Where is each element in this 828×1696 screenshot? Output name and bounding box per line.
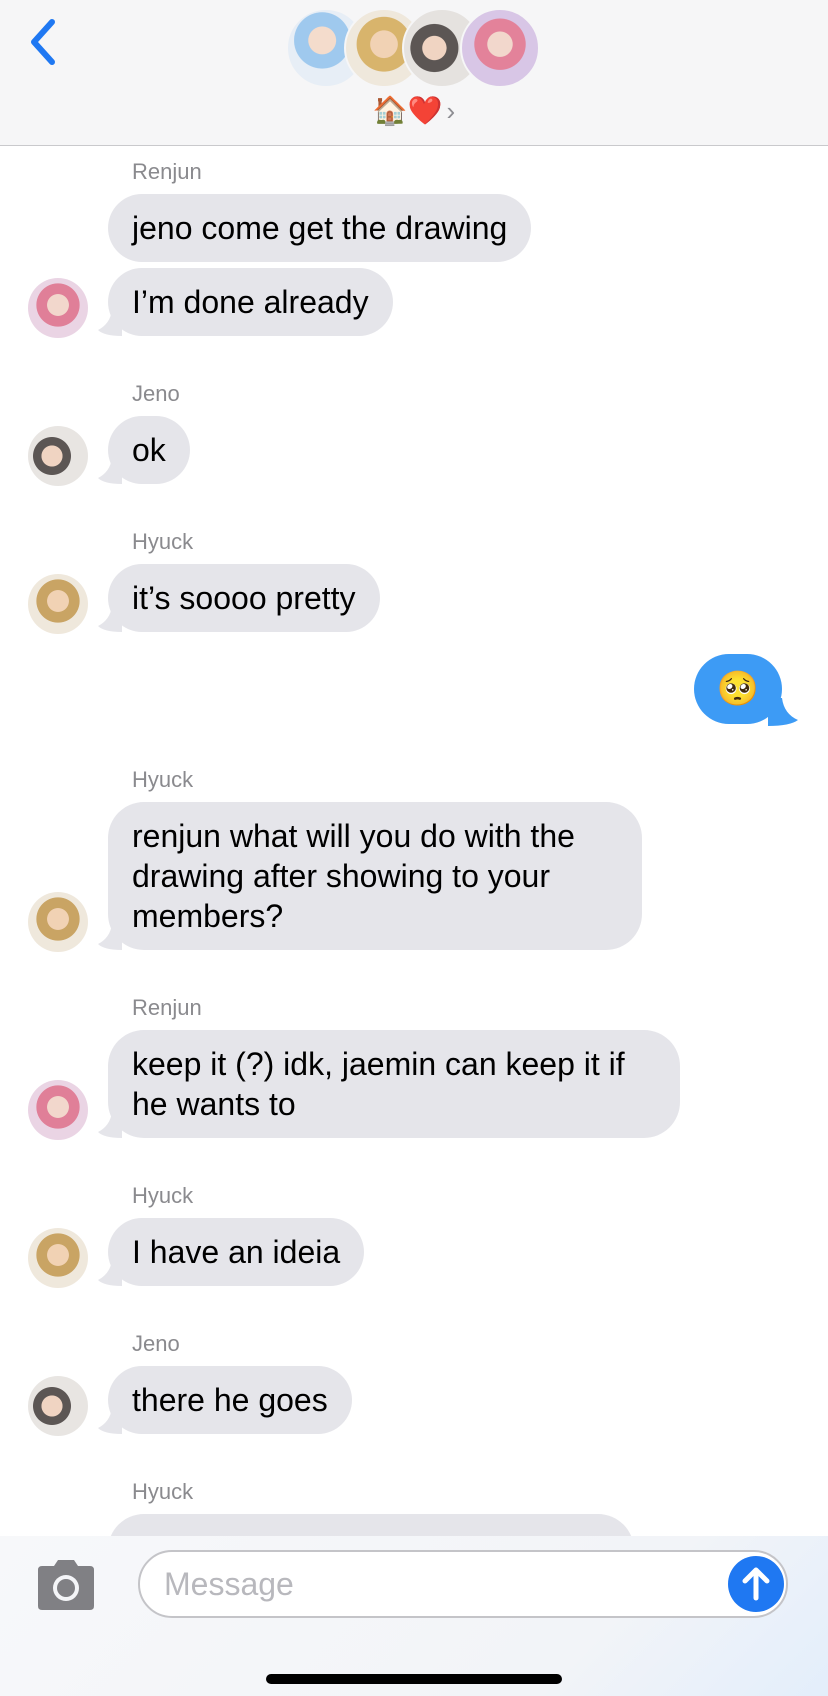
- message-bubble[interactable]: there he goes: [108, 1366, 352, 1434]
- message-input[interactable]: [138, 1550, 788, 1618]
- message-bubble[interactable]: I have an ideia: [108, 1218, 365, 1286]
- sender-name: Renjun: [132, 159, 202, 184]
- group-avatars[interactable]: [286, 8, 546, 90]
- conversation-header: 🏠❤️ ›: [0, 0, 828, 146]
- avatar-hyuck[interactable]: [28, 574, 88, 634]
- sender-name: Renjun: [132, 995, 202, 1020]
- camera-icon: [38, 1560, 94, 1610]
- message-bubble[interactable]: keep it (?) idk, jaemin can keep it if h…: [108, 1030, 680, 1138]
- send-arrow-icon: [742, 1567, 770, 1601]
- bubble-tail: [98, 1112, 122, 1138]
- bubble-tail: [98, 1408, 122, 1434]
- group-avatar-4: [460, 8, 540, 88]
- avatar-hyuck[interactable]: [28, 1228, 88, 1288]
- avatar-hyuck[interactable]: [28, 892, 88, 952]
- sender-name: Jeno: [132, 381, 180, 406]
- bubble-tail: [98, 606, 122, 632]
- bubble-tail: [98, 1260, 122, 1286]
- sender-name: Hyuck: [132, 1183, 194, 1208]
- chevron-right-icon: ›: [446, 96, 456, 126]
- avatar-jeno[interactable]: [28, 1376, 88, 1436]
- sender-name: Hyuck: [132, 767, 194, 792]
- sender-name: Jeno: [132, 1331, 180, 1356]
- camera-button[interactable]: [34, 1560, 98, 1610]
- back-chevron-icon: [31, 19, 55, 65]
- home-indicator[interactable]: [266, 1674, 562, 1684]
- group-name[interactable]: 🏠❤️ ›: [0, 94, 828, 128]
- bubble-tail: [768, 698, 798, 726]
- avatar-renjun[interactable]: [28, 1080, 88, 1140]
- send-button[interactable]: [728, 1556, 784, 1612]
- message-thread[interactable]: Renjun jeno come get the drawing I’m don…: [0, 146, 828, 1536]
- back-button[interactable]: [22, 14, 70, 70]
- sender-name: Hyuck: [132, 529, 194, 554]
- message-bubble-partial[interactable]: [108, 1514, 634, 1536]
- sender-name: Hyuck: [132, 1479, 194, 1504]
- message-bubble[interactable]: jeno come get the drawing: [108, 194, 532, 262]
- avatar-jeno[interactable]: [28, 426, 88, 486]
- bubble-tail: [98, 924, 122, 950]
- message-bubble[interactable]: renjun what will you do with the drawing…: [108, 802, 642, 950]
- bubble-tail: [98, 458, 122, 484]
- group-name-label: 🏠❤️: [372, 95, 443, 126]
- message-bubble[interactable]: I’m done already: [108, 268, 393, 336]
- avatar-renjun[interactable]: [28, 278, 88, 338]
- bubble-tail: [98, 310, 122, 336]
- composer-bar: [0, 1536, 828, 1696]
- message-bubble[interactable]: it’s soooo pretty: [108, 564, 380, 632]
